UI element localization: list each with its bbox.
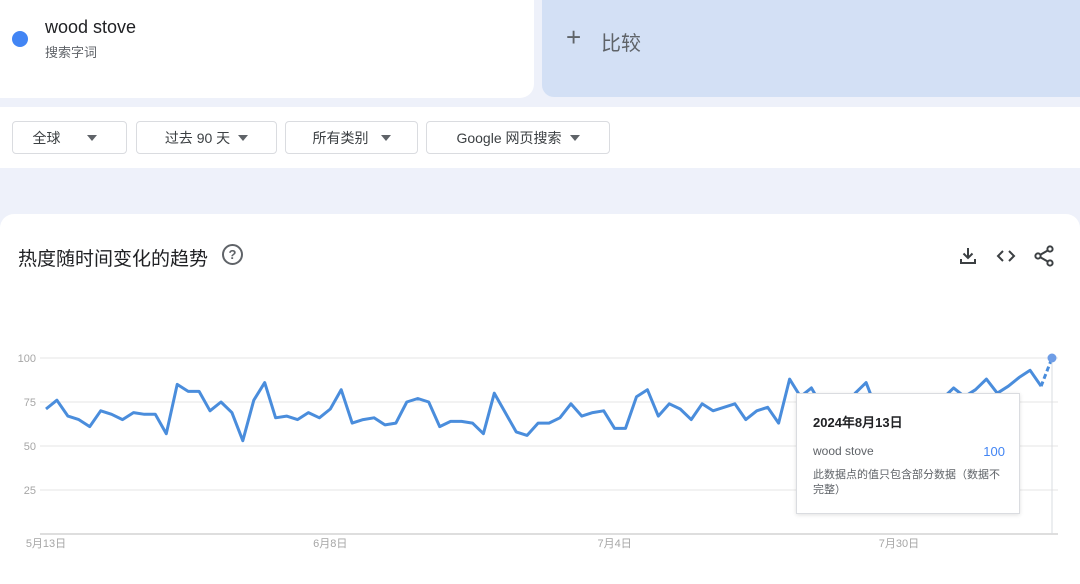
highlighted-data-point <box>1047 353 1057 363</box>
chevron-down-icon <box>86 134 97 141</box>
search-type-filter[interactable]: Google 网页搜索 <box>426 121 610 154</box>
y-tick-label: 100 <box>18 353 36 365</box>
x-tick-label: 7月4日 <box>597 538 631 550</box>
tooltip-value: 100 <box>983 444 1005 459</box>
tooltip-note: 此数据点的值只包含部分数据（数据不完整） <box>813 469 1000 496</box>
compare-button[interactable]: + 比较 <box>542 0 1080 97</box>
tooltip-series-name: wood stove <box>813 444 874 458</box>
chevron-down-icon <box>238 134 249 141</box>
category-filter[interactable]: 所有类别 <box>285 121 418 154</box>
search-type-filter-label: Google 网页搜索 <box>456 129 562 146</box>
y-tick-label: 50 <box>24 441 36 453</box>
search-term-name[interactable]: wood stove <box>45 17 136 38</box>
series-color-dot <box>12 31 28 47</box>
y-tick-label: 75 <box>24 397 36 409</box>
filter-bar: 全球 过去 90 天 所有类别 Google 网页搜索 <box>0 107 1080 168</box>
compare-label: 比较 <box>601 33 641 55</box>
plus-icon: + <box>566 22 582 52</box>
data-point-tooltip: 2024年8月13日 wood stove 100 此数据点的值只包含部分数据（… <box>796 393 1020 514</box>
chevron-down-icon <box>569 134 580 141</box>
chevron-down-icon <box>380 134 391 141</box>
region-filter-label: 全球 <box>32 129 61 146</box>
y-tick-label: 25 <box>24 485 36 497</box>
category-filter-label: 所有类别 <box>312 129 369 146</box>
x-tick-label: 6月8日 <box>313 538 347 550</box>
search-term-card[interactable]: wood stove 搜索字词 <box>0 0 534 98</box>
interest-over-time-card: 热度随时间变化的趋势 ? 25 50 75 100 5月13日 6月8日 7月4日 7月30日… <box>0 214 1080 584</box>
x-tick-label: 5月13日 <box>26 538 66 550</box>
region-filter[interactable]: 全球 <box>12 121 127 154</box>
x-tick-label: 7月30日 <box>879 538 919 550</box>
search-term-type: 搜索字词 <box>45 45 98 60</box>
time-range-filter[interactable]: 过去 90 天 <box>136 121 277 154</box>
tooltip-date: 2024年8月13日 <box>813 415 903 430</box>
time-range-filter-label: 过去 90 天 <box>164 129 231 146</box>
series-line-partial <box>1039 357 1054 387</box>
